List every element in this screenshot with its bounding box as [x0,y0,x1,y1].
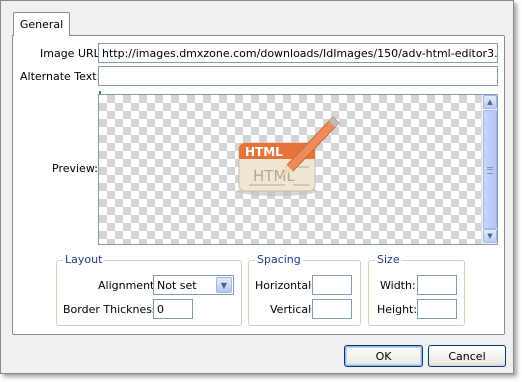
ok-button-label: OK [375,349,392,363]
vertical-spacing-input[interactable] [312,299,352,319]
scroll-down-arrow[interactable]: ▼ [483,229,497,243]
general-panel: Image URL: http://images.dmxzone.com/dow… [12,35,505,335]
icon-html-title: HTML [245,145,283,159]
image-properties-dialog: General Image URL: http://images.dmxzone… [0,0,514,374]
tab-general[interactable]: General [13,12,70,36]
alternate-text-label: Alternate Text: [20,70,101,83]
cancel-button-label: Cancel [448,349,486,363]
image-url-input[interactable]: http://images.dmxzone.com/downloads/IdIm… [98,43,498,63]
spacing-legend: Spacing [255,253,303,266]
alignment-value: Not set [157,278,197,292]
alignment-label: Alignment: [98,279,159,292]
layout-group: Layout Alignment: Not set ▼ Border Thick… [56,253,242,326]
border-thickness-input[interactable]: 0 [153,299,193,319]
scroll-thumb[interactable] [483,110,497,229]
cancel-button[interactable]: Cancel [428,345,506,367]
size-group: Size Width: Height: [368,253,465,326]
ok-button[interactable]: OK [344,345,423,367]
height-input[interactable] [417,299,457,319]
width-input[interactable] [417,275,457,295]
height-label: Height: [377,303,418,316]
preview-scrollbar[interactable]: ▲ ▼ [481,95,497,244]
vertical-label: Vertical: [270,303,315,316]
tab-general-label: General [19,18,64,31]
image-preview: HTML HTML ▲ ▼ [98,94,498,245]
image-url-label: Image URL: [40,47,104,60]
preview-label: Preview: [52,162,98,175]
spacing-group: Spacing Horizontal: Vertical: [248,253,361,326]
alignment-select[interactable]: Not set ▼ [153,275,234,295]
horizontal-spacing-input[interactable] [312,275,352,295]
border-thickness-label: Border Thickness: [63,303,162,316]
size-legend: Size [375,253,402,266]
html-editor-icon: HTML HTML [237,116,340,196]
width-label: Width: [380,279,416,292]
dropdown-arrow[interactable]: ▼ [216,277,232,293]
scroll-up-arrow[interactable]: ▲ [483,95,497,109]
alternate-text-input[interactable] [98,66,498,86]
horizontal-label: Horizontal: [255,279,315,292]
layout-legend: Layout [63,253,105,266]
